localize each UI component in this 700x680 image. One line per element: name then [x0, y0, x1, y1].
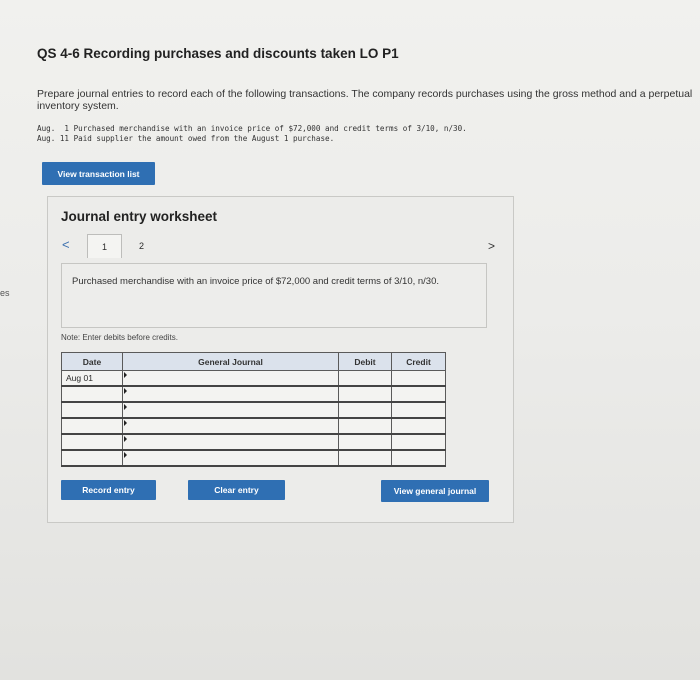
page-tab-2[interactable]: 2 [125, 234, 158, 257]
credit-cell[interactable] [391, 449, 446, 467]
journal-table: Date General Journal Debit Credit Aug 01 [61, 352, 446, 467]
general-journal-column-header: General Journal [122, 352, 339, 371]
debit-cell[interactable] [338, 417, 392, 435]
credit-cell[interactable] [391, 385, 446, 403]
credit-column-header: Credit [391, 352, 446, 371]
view-transaction-list-button[interactable]: View transaction list [42, 162, 155, 185]
dropdown-caret-icon [124, 420, 127, 426]
account-cell[interactable] [122, 449, 339, 467]
view-general-journal-button[interactable]: View general journal [381, 480, 489, 502]
table-row [61, 449, 446, 467]
entry-note: Note: Enter debits before credits. [61, 333, 178, 342]
table-row [61, 417, 446, 435]
date-column-header: Date [61, 352, 123, 371]
transaction-description: Purchased merchandise with an invoice pr… [72, 276, 440, 287]
debit-cell[interactable] [338, 370, 392, 387]
date-cell[interactable] [61, 385, 123, 403]
credit-cell[interactable] [391, 401, 446, 419]
journal-entry-worksheet: Journal entry worksheet < 1 2 > Purchase… [47, 196, 514, 523]
date-cell[interactable] [61, 433, 123, 451]
date-cell[interactable] [61, 449, 123, 467]
dropdown-caret-icon [124, 388, 127, 394]
transaction-line: Aug. 1 Purchased merchandise with an inv… [37, 124, 467, 133]
debit-cell[interactable] [338, 401, 392, 419]
account-cell[interactable] [122, 370, 339, 387]
table-row [61, 385, 446, 403]
account-cell[interactable] [122, 385, 339, 403]
table-row: Aug 01 [61, 370, 446, 387]
instructions: Prepare journal entries to record each o… [37, 88, 693, 112]
dropdown-caret-icon [124, 372, 127, 378]
previous-page-icon[interactable]: < [62, 237, 70, 252]
page-tab-1[interactable]: 1 [87, 234, 122, 258]
date-cell[interactable] [61, 417, 123, 435]
dropdown-caret-icon [124, 404, 127, 410]
dropdown-caret-icon [124, 452, 127, 458]
table-row [61, 433, 446, 451]
page-title: QS 4-6 Recording purchases and discounts… [37, 46, 399, 61]
date-cell[interactable] [61, 401, 123, 419]
clear-entry-button[interactable]: Clear entry [188, 480, 285, 500]
debit-cell[interactable] [338, 433, 392, 451]
transaction-line: Aug. 11 Paid supplier the amount owed fr… [37, 133, 335, 143]
next-page-icon[interactable]: > [488, 239, 495, 253]
debit-cell[interactable] [338, 449, 392, 467]
account-cell[interactable] [122, 433, 339, 451]
transaction-description-box: Purchased merchandise with an invoice pr… [61, 263, 487, 328]
credit-cell[interactable] [391, 417, 446, 435]
debit-column-header: Debit [338, 352, 392, 371]
worksheet-title: Journal entry worksheet [61, 209, 218, 224]
date-cell[interactable]: Aug 01 [61, 370, 123, 387]
table-row [61, 401, 446, 419]
credit-cell[interactable] [391, 433, 446, 451]
record-entry-button[interactable]: Record entry [61, 480, 156, 500]
account-cell[interactable] [122, 417, 339, 435]
dropdown-caret-icon [124, 436, 127, 442]
account-cell[interactable] [122, 401, 339, 419]
debit-cell[interactable] [338, 385, 392, 403]
cropped-sidebar-text: es [0, 288, 10, 298]
credit-cell[interactable] [391, 370, 446, 387]
transaction-list: Aug. 1 Purchased merchandise with an inv… [37, 124, 467, 143]
